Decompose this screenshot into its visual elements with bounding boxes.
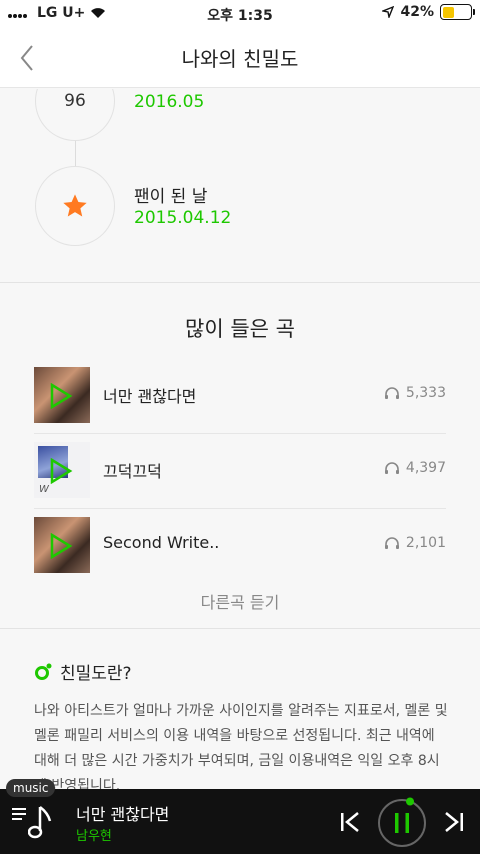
album-thumb[interactable] — [34, 367, 90, 423]
play-count-value: 5,333 — [405, 385, 446, 401]
pause-button[interactable] — [376, 797, 428, 849]
song-title: 끄덕끄덕 — [103, 462, 162, 481]
page-title: 나와의 친밀도 — [181, 47, 299, 71]
play-count-value: 4,397 — [405, 460, 446, 476]
song-title: 너만 괜찮다면 — [103, 387, 197, 406]
now-playing-title[interactable]: 너만 괜찮다면 — [76, 801, 169, 825]
nav-bar: 나와의 친밀도 — [0, 28, 480, 88]
play-count: 5,333 — [384, 385, 446, 401]
timeline-date: 2016.05 — [134, 92, 205, 112]
fan-day-label: 팬이 된 날 — [134, 187, 208, 207]
timeline-badge: 96 — [35, 89, 115, 141]
playlist-menu-icon[interactable] — [12, 807, 28, 821]
timeline-badge-value: 96 — [64, 91, 86, 111]
mini-player[interactable]: music 너만 괜찮다면 남우현 — [0, 779, 480, 854]
now-playing-artist[interactable]: 남우현 — [76, 825, 112, 844]
more-songs-link[interactable]: 다른곡 듣기 — [0, 589, 480, 613]
song-row[interactable]: W 끄덕끄덕 4,397 — [34, 434, 446, 509]
about-body: 나와 아티스트가 얼마나 가까운 사이인지를 알려주는 지표로서, 멜론 및 멜… — [34, 703, 448, 789]
headphones-icon — [384, 462, 399, 474]
battery-icon — [440, 4, 475, 20]
content-scroll[interactable]: 96 2016.05 팬이 된 날 2015.04.12 많이 들은 곡 너만 … — [0, 89, 480, 789]
next-track-icon[interactable] — [444, 811, 464, 833]
music-note-icon — [28, 806, 52, 839]
star-icon — [63, 194, 87, 217]
album-thumb[interactable] — [34, 517, 90, 573]
top-songs-title: 많이 들은 곡 — [185, 317, 295, 341]
fan-day-date: 2015.04.12 — [134, 208, 232, 228]
pause-icon[interactable] — [376, 797, 428, 849]
album-logo: W — [39, 484, 49, 495]
song-row[interactable]: 너만 괜찮다면 5,333 — [34, 359, 446, 434]
about-title: 친밀도란? — [60, 664, 132, 684]
status-right: 42% — [382, 4, 475, 20]
status-bar: LG U+ 오후 1:35 42% — [0, 0, 480, 28]
music-tab-label[interactable]: music — [6, 779, 56, 797]
about-header: 친밀도란? — [34, 659, 132, 684]
location-icon — [382, 6, 395, 18]
song-title: Second Write.. — [103, 533, 220, 552]
play-count: 2,101 — [384, 535, 446, 551]
song-row[interactable]: Second Write.. 2,101 — [34, 509, 446, 584]
headphones-icon — [384, 537, 399, 549]
previous-track-icon[interactable] — [340, 811, 360, 833]
battery-percent: 42% — [400, 4, 434, 20]
play-count: 4,397 — [384, 460, 446, 476]
play-count-value: 2,101 — [405, 535, 446, 551]
play-icon — [50, 533, 73, 559]
play-icon — [50, 383, 73, 409]
timeline-star-badge — [35, 166, 115, 246]
battery-fill — [442, 6, 454, 18]
timeline-section: 96 2016.05 팬이 된 날 2015.04.12 — [0, 89, 480, 283]
play-icon — [50, 458, 73, 484]
song-list: 너만 괜찮다면 5,333 W 끄덕끄덕 4,397 Second Write.… — [34, 359, 446, 584]
intimacy-icon — [35, 663, 52, 680]
album-thumb[interactable]: W — [34, 442, 90, 498]
headphones-icon — [384, 387, 399, 399]
